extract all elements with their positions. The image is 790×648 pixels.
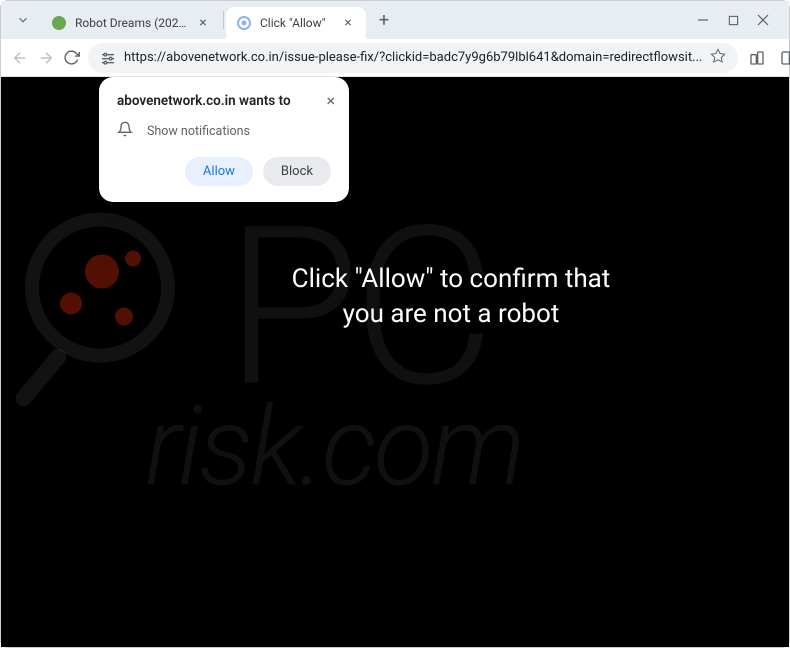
maximize-button[interactable] — [725, 12, 741, 28]
popup-title: abovenetwork.co.in wants to — [117, 93, 331, 109]
site-settings-icon[interactable] — [100, 50, 116, 66]
page-prompt-text: Click "Allow" to confirm that you are no… — [281, 262, 621, 332]
watermark-risk-text: risk.com — [145, 383, 775, 512]
reload-button[interactable] — [63, 45, 80, 71]
tab-separator — [223, 11, 224, 29]
magnifying-glass-icon — [15, 213, 205, 403]
new-tab-button[interactable]: + — [370, 6, 398, 34]
close-window-button[interactable] — [755, 12, 771, 28]
bookmark-star-icon[interactable] — [710, 48, 726, 68]
watermark: PC risk.com — [15, 213, 775, 512]
extensions-icon[interactable] — [746, 45, 767, 71]
tab-active[interactable]: Click "Allow" × — [226, 7, 366, 39]
favicon-yify-icon — [51, 15, 67, 31]
tab-inactive[interactable]: Robot Dreams (2023) YIFY - Do... × — [41, 7, 221, 39]
popup-permission-label: Show notifications — [147, 124, 250, 139]
allow-button[interactable]: Allow — [185, 157, 253, 186]
side-panel-icon[interactable] — [777, 45, 790, 71]
toolbar: https://abovenetwork.co.in/issue-please-… — [1, 39, 789, 77]
window-controls — [695, 12, 781, 28]
url-text: https://abovenetwork.co.in/issue-please-… — [124, 50, 702, 65]
toolbar-right: Finish update — [746, 39, 790, 77]
address-bar[interactable]: https://abovenetwork.co.in/issue-please-… — [88, 43, 738, 73]
block-button[interactable]: Block — [263, 157, 331, 186]
back-button[interactable] — [11, 45, 29, 71]
forward-button[interactable] — [37, 45, 55, 71]
notification-permission-popup: abovenetwork.co.in wants to × Show notif… — [99, 77, 349, 202]
page-content: PC risk.com Click "Allow" to confirm tha… — [1, 77, 789, 647]
tab-title: Robot Dreams (2023) YIFY - Do... — [75, 16, 189, 30]
minimize-button[interactable] — [695, 12, 711, 28]
close-icon[interactable]: × — [195, 15, 211, 31]
bell-icon — [117, 121, 133, 141]
favicon-page-icon — [236, 15, 252, 31]
popup-close-icon[interactable]: × — [326, 91, 335, 110]
titlebar: Robot Dreams (2023) YIFY - Do... × Click… — [1, 1, 789, 39]
tab-search-chevron[interactable] — [9, 6, 37, 34]
close-icon[interactable]: × — [340, 15, 356, 31]
tab-title: Click "Allow" — [260, 16, 334, 30]
